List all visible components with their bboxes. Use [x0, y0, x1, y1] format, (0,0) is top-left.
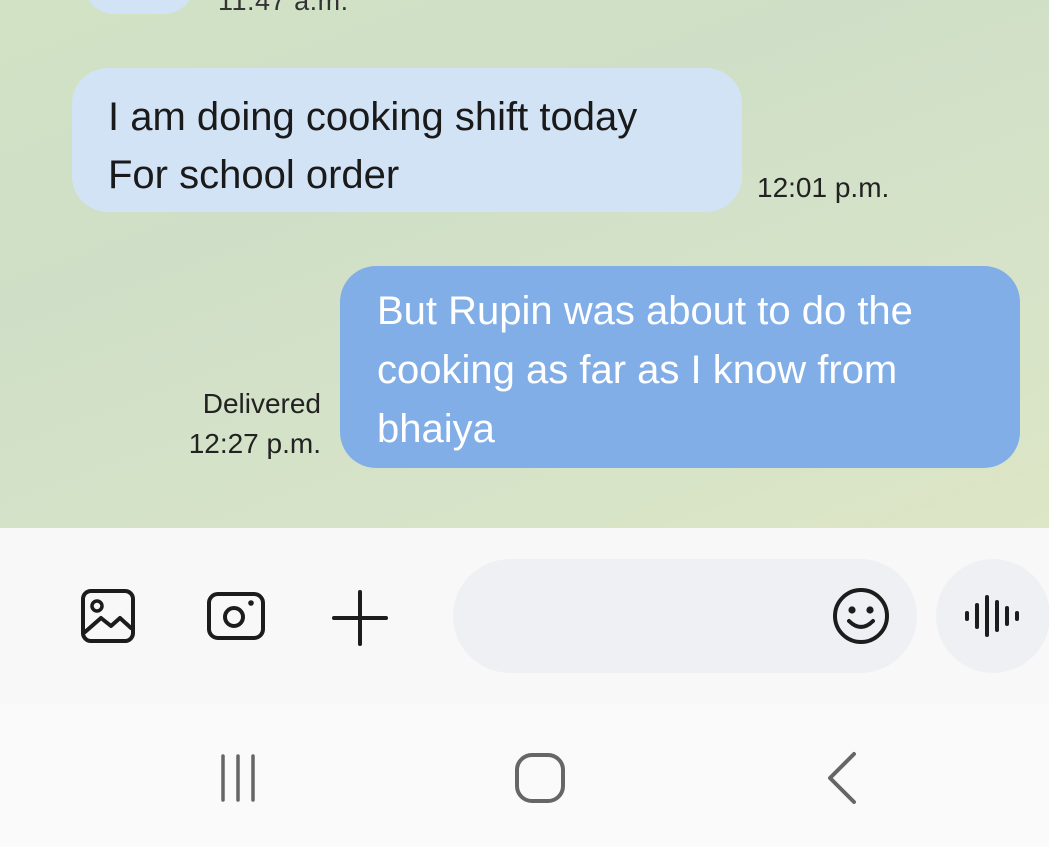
gallery-button[interactable]: [78, 586, 138, 646]
outgoing-message-bubble[interactable]: But Rupin was about to do the cooking as…: [340, 266, 1020, 468]
previous-message-time: 11:47 a.m.: [218, 0, 349, 16]
incoming-message-line: For school order: [108, 153, 400, 197]
message-composer: [0, 528, 1049, 704]
back-button[interactable]: [812, 748, 872, 808]
attach-more-button[interactable]: [330, 588, 390, 648]
outgoing-message-status: Delivered 12:27 p.m.: [189, 384, 321, 464]
outgoing-message-line: But Rupin was about to do the: [377, 289, 913, 333]
voice-waveform-icon: [965, 595, 1019, 637]
chat-area[interactable]: 11:47 a.m. I am doing cooking shift toda…: [0, 0, 1049, 528]
smiley-icon: [833, 588, 889, 644]
voice-record-button[interactable]: [936, 559, 1049, 673]
delivery-status: Delivered: [202, 388, 321, 419]
recents-button[interactable]: [206, 748, 270, 808]
gallery-icon: [81, 589, 135, 643]
emoji-button[interactable]: [831, 586, 891, 646]
plus-icon: [332, 590, 388, 646]
outgoing-message-line: cooking as far as I know from: [377, 348, 898, 392]
outgoing-message-time: 12:27 p.m.: [188, 428, 321, 459]
message-input[interactable]: [493, 559, 827, 675]
back-icon: [828, 752, 856, 804]
recents-icon: [221, 754, 255, 802]
incoming-message-time: 12:01 p.m.: [757, 172, 890, 203]
incoming-message-line: I am doing cooking shift today: [108, 95, 638, 139]
message-input-container[interactable]: [453, 559, 917, 675]
previous-message-bubble[interactable]: [84, 0, 194, 14]
home-icon: [515, 753, 565, 803]
camera-button[interactable]: [204, 586, 268, 646]
incoming-message-bubble[interactable]: I am doing cooking shift today For schoo…: [72, 68, 742, 212]
home-button[interactable]: [508, 746, 572, 810]
outgoing-message-line: bhaiya: [377, 407, 495, 451]
camera-icon: [207, 592, 265, 640]
system-navigation-bar: [0, 704, 1049, 847]
